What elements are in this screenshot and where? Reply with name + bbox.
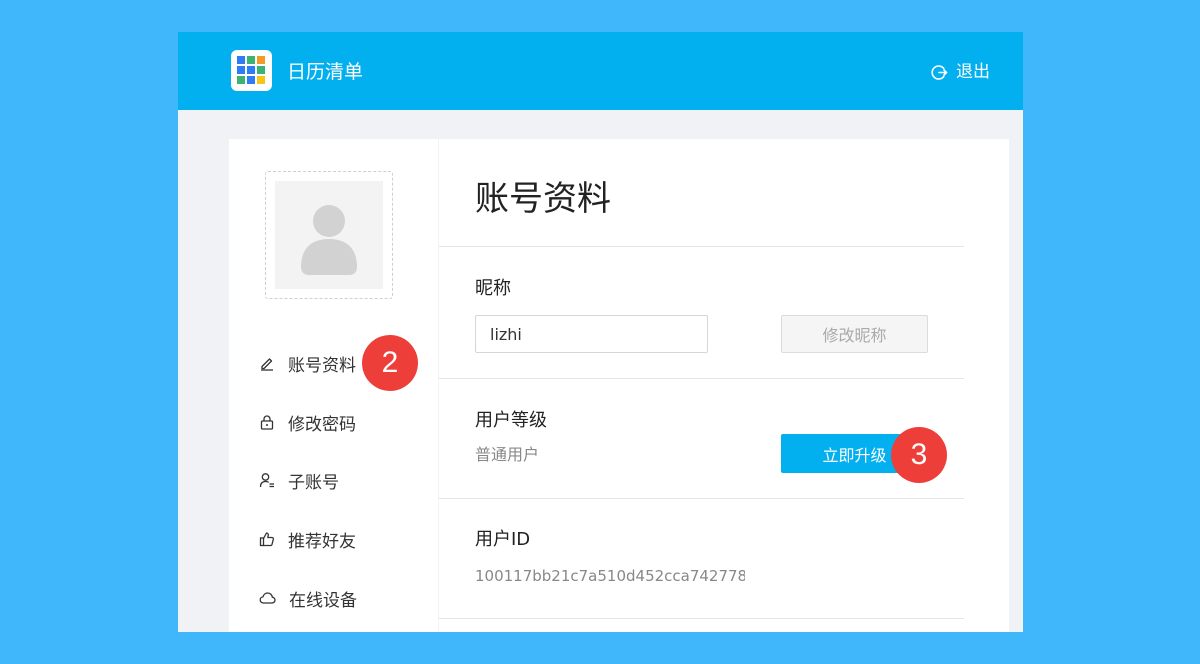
app-logo	[231, 50, 272, 91]
step-badge-3: 3	[891, 427, 947, 483]
sidebar-item-label: 子账号	[288, 472, 339, 493]
pencil-icon	[259, 355, 275, 371]
nickname-input[interactable]	[475, 315, 708, 353]
user-level-label: 用户等级	[475, 410, 547, 431]
sidebar-item-label: 推荐好友	[288, 531, 356, 552]
avatar	[275, 181, 383, 289]
user-level-value: 普通用户	[475, 445, 540, 464]
sidebar-item-recommend-friends[interactable]: 推荐好友	[259, 524, 356, 554]
sidebar-item-sub-account[interactable]: 子账号	[259, 465, 339, 495]
step-badge-2: 2	[362, 335, 418, 391]
logout-button[interactable]: 退出	[931, 60, 990, 84]
sub-account-icon	[259, 472, 275, 488]
page-title: 账号资料	[475, 179, 611, 219]
logout-icon	[931, 64, 948, 81]
user-id-label: 用户ID	[475, 529, 531, 550]
nickname-label: 昵称	[475, 278, 511, 299]
thumbs-up-icon	[259, 531, 275, 547]
app-title: 日历清单	[287, 61, 364, 83]
lock-icon	[259, 414, 275, 430]
sidebar-item-label: 修改密码	[288, 414, 356, 435]
sidebar-item-online-devices[interactable]: 在线设备	[259, 583, 357, 613]
divider	[439, 246, 964, 247]
sidebar-item-label: 账号资料	[288, 355, 356, 376]
cloud-icon	[259, 590, 276, 606]
user-silhouette-icon	[301, 205, 357, 275]
avatar-upload[interactable]	[265, 171, 393, 299]
sidebar-item-account-profile[interactable]: 账号资料	[259, 348, 356, 378]
divider	[439, 378, 964, 379]
sidebar-item-change-password[interactable]: 修改密码	[259, 407, 356, 437]
divider	[439, 498, 964, 499]
edit-nickname-button[interactable]: 修改昵称	[781, 315, 928, 353]
top-bar: 日历清单 退出	[178, 32, 1023, 110]
main-panel: 账号资料 昵称 修改昵称 用户等级 普通用户 立即升级 用户ID 100117b…	[439, 139, 1009, 632]
divider	[439, 618, 964, 619]
user-id-value: 100117bb21c7a510d452cca742778	[475, 567, 745, 585]
logout-label: 退出	[956, 62, 990, 82]
app-window: 日历清单 退出 账号资料 修改密码 子账号 推荐好友 在线设备 账号资料 昵称 …	[178, 32, 1023, 632]
sidebar-item-label: 在线设备	[289, 590, 357, 611]
